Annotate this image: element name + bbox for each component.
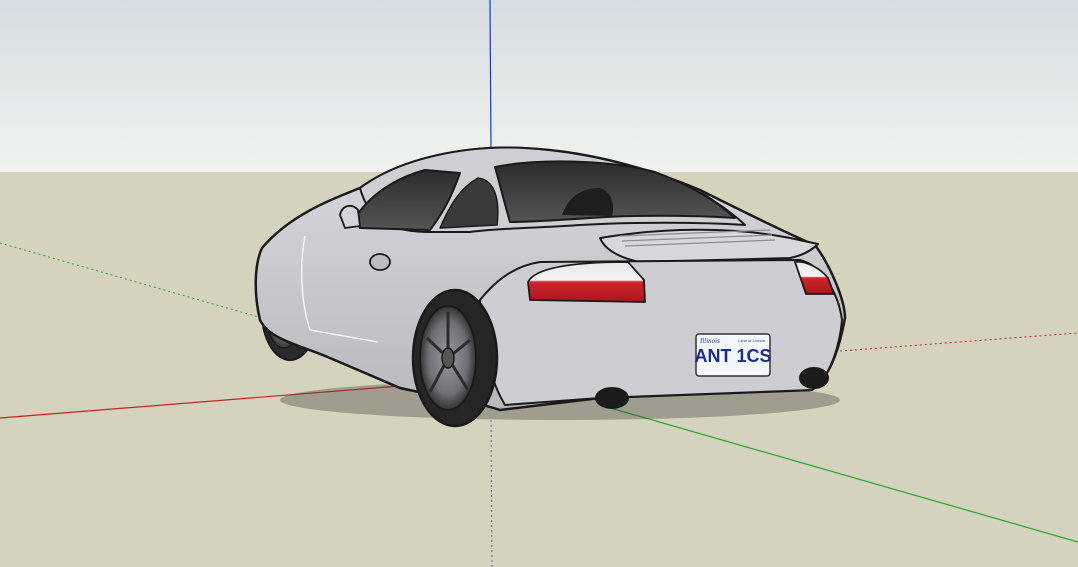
plate-state: Illinois <box>699 337 720 345</box>
plate-number: ANT 1CS <box>694 346 771 366</box>
license-plate: Illinois Land of Lincoln ANT 1CS <box>694 333 772 377</box>
side-mirror <box>339 204 361 229</box>
model-scene[interactable]: Illinois Land of Lincoln ANT 1CS <box>0 0 1078 567</box>
exhaust-left <box>595 387 629 409</box>
exhaust-right <box>799 367 829 389</box>
sketchup-viewport[interactable]: Illinois Land of Lincoln ANT 1CS <box>0 0 1078 567</box>
sky <box>0 0 1078 172</box>
wheel-hub <box>441 347 455 369</box>
fuel-cap <box>369 253 391 271</box>
plate-tagline: Land of Lincoln <box>738 338 765 343</box>
